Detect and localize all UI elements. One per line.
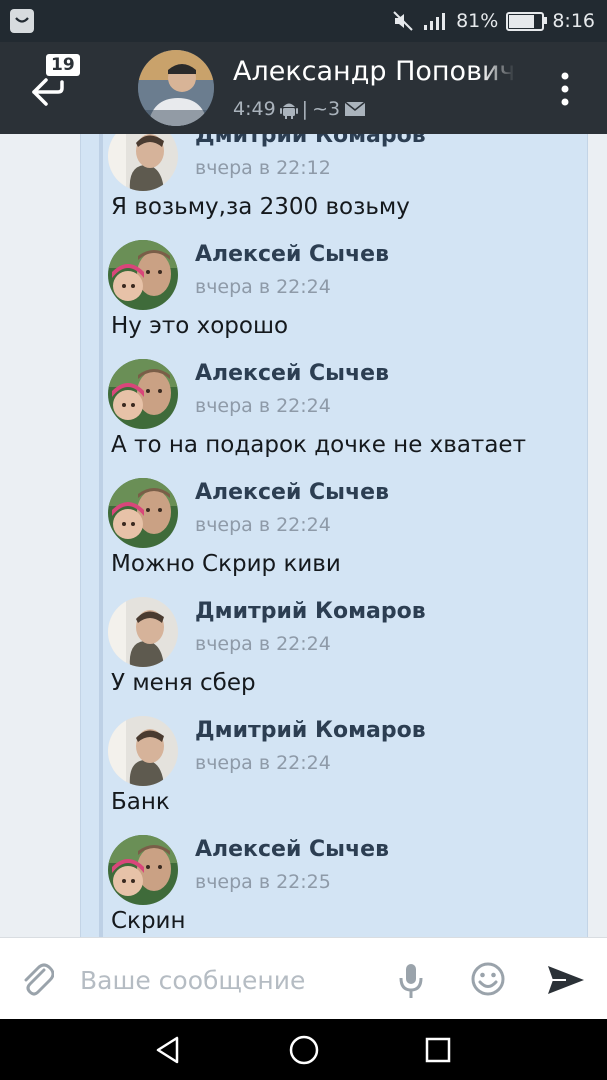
battery-percent: 81% [456,10,499,32]
author-avatar[interactable] [108,478,178,548]
message-input[interactable] [78,958,382,1002]
more-vert-icon[interactable] [561,72,569,106]
message-time: вчера в 22:24 [195,395,331,417]
author-name[interactable]: Алексей Сычев [195,361,389,386]
message-text: Я возьму,за 2300 возьму [111,194,410,220]
message-item[interactable]: Алексей Сычев вчера в 22:24 А то на подаро… [108,359,578,478]
author-name[interactable]: Дмитрий Комаров [195,134,426,148]
message-text: Скрин [111,908,186,934]
message-time: вчера в 22:12 [195,157,331,179]
contact-name[interactable]: Александр Попович [233,56,515,87]
nav-back-icon[interactable] [153,1035,183,1065]
notification-icon [10,9,34,33]
send-icon[interactable] [546,964,586,996]
last-seen: 4:49 [233,98,276,120]
message-item[interactable]: Дмитрий Комаров вчера в 22:24 Банк [108,716,578,835]
message-text: А то на подарок дочке не хватает [111,432,526,458]
message-item[interactable]: Алексей Сычев вчера в 22:25 Скрин [108,835,578,937]
author-name[interactable]: Алексей Сычев [195,480,389,505]
author-avatar[interactable] [108,716,178,786]
message-item[interactable]: Дмитрий Комаров вчера в 22:24 У меня сбер [108,597,578,716]
attach-icon[interactable] [20,962,55,998]
chat-header: 19 Александр Попович 4:49 | ~3 [0,42,607,134]
status-bar: 81% 8:16 [0,0,607,42]
system-nav-bar [0,1019,607,1080]
battery-level-fill [509,14,534,28]
back-arrow-icon [32,78,64,106]
message-count: ~3 [312,98,341,120]
author-avatar[interactable] [108,597,178,667]
clock: 8:16 [552,10,595,32]
nav-recent-apps-icon[interactable] [425,1037,451,1063]
signal-icon [424,13,446,30]
message-time: вчера в 22:24 [195,752,331,774]
nav-home-icon[interactable] [288,1034,320,1066]
envelope-icon [344,101,366,116]
author-avatar[interactable] [108,359,178,429]
message-time: вчера в 22:25 [195,871,331,893]
forwarded-messages: Дмитрий Комаров вчера в 22:12 Я возьму,за … [108,134,578,937]
author-avatar[interactable] [108,134,178,191]
message-time: вчера в 22:24 [195,633,331,655]
author-name[interactable]: Дмитрий Комаров [195,599,426,624]
android-icon [279,103,298,119]
message-text: Можно Скрир киви [111,551,341,577]
contact-status: 4:49 | ~3 [233,98,366,120]
muted-icon [393,11,413,31]
author-name[interactable]: Алексей Сычев [195,837,389,862]
author-avatar[interactable] [108,835,178,905]
message-item[interactable]: Дмитрий Комаров вчера в 22:12 Я возьму,за … [108,134,578,240]
author-name[interactable]: Алексей Сычев [195,242,389,267]
message-time: вчера в 22:24 [195,514,331,536]
message-text: Ну это хорошо [111,313,289,339]
message-text: У меня сбер [111,670,256,696]
composer-bar [0,937,607,1020]
message-list[interactable]: Дмитрий Комаров вчера в 22:12 Я возьму,за … [0,134,607,937]
status-separator: | [301,98,309,120]
back-button[interactable]: 19 [28,52,88,122]
message-item[interactable]: Алексей Сычев вчера в 22:24 Ну это хорошо [108,240,578,359]
author-name[interactable]: Дмитрий Комаров [195,718,426,743]
message-item[interactable]: Алексей Сычев вчера в 22:24 Можно Скрир ки… [108,478,578,597]
emoji-icon[interactable] [470,961,506,997]
message-time: вчера в 22:24 [195,276,331,298]
author-avatar[interactable] [108,240,178,310]
forward-indicator-line [99,134,103,937]
message-text: Банк [111,789,170,815]
battery-icon [506,11,548,31]
mic-icon[interactable] [398,962,424,1000]
contact-avatar[interactable] [138,50,214,126]
